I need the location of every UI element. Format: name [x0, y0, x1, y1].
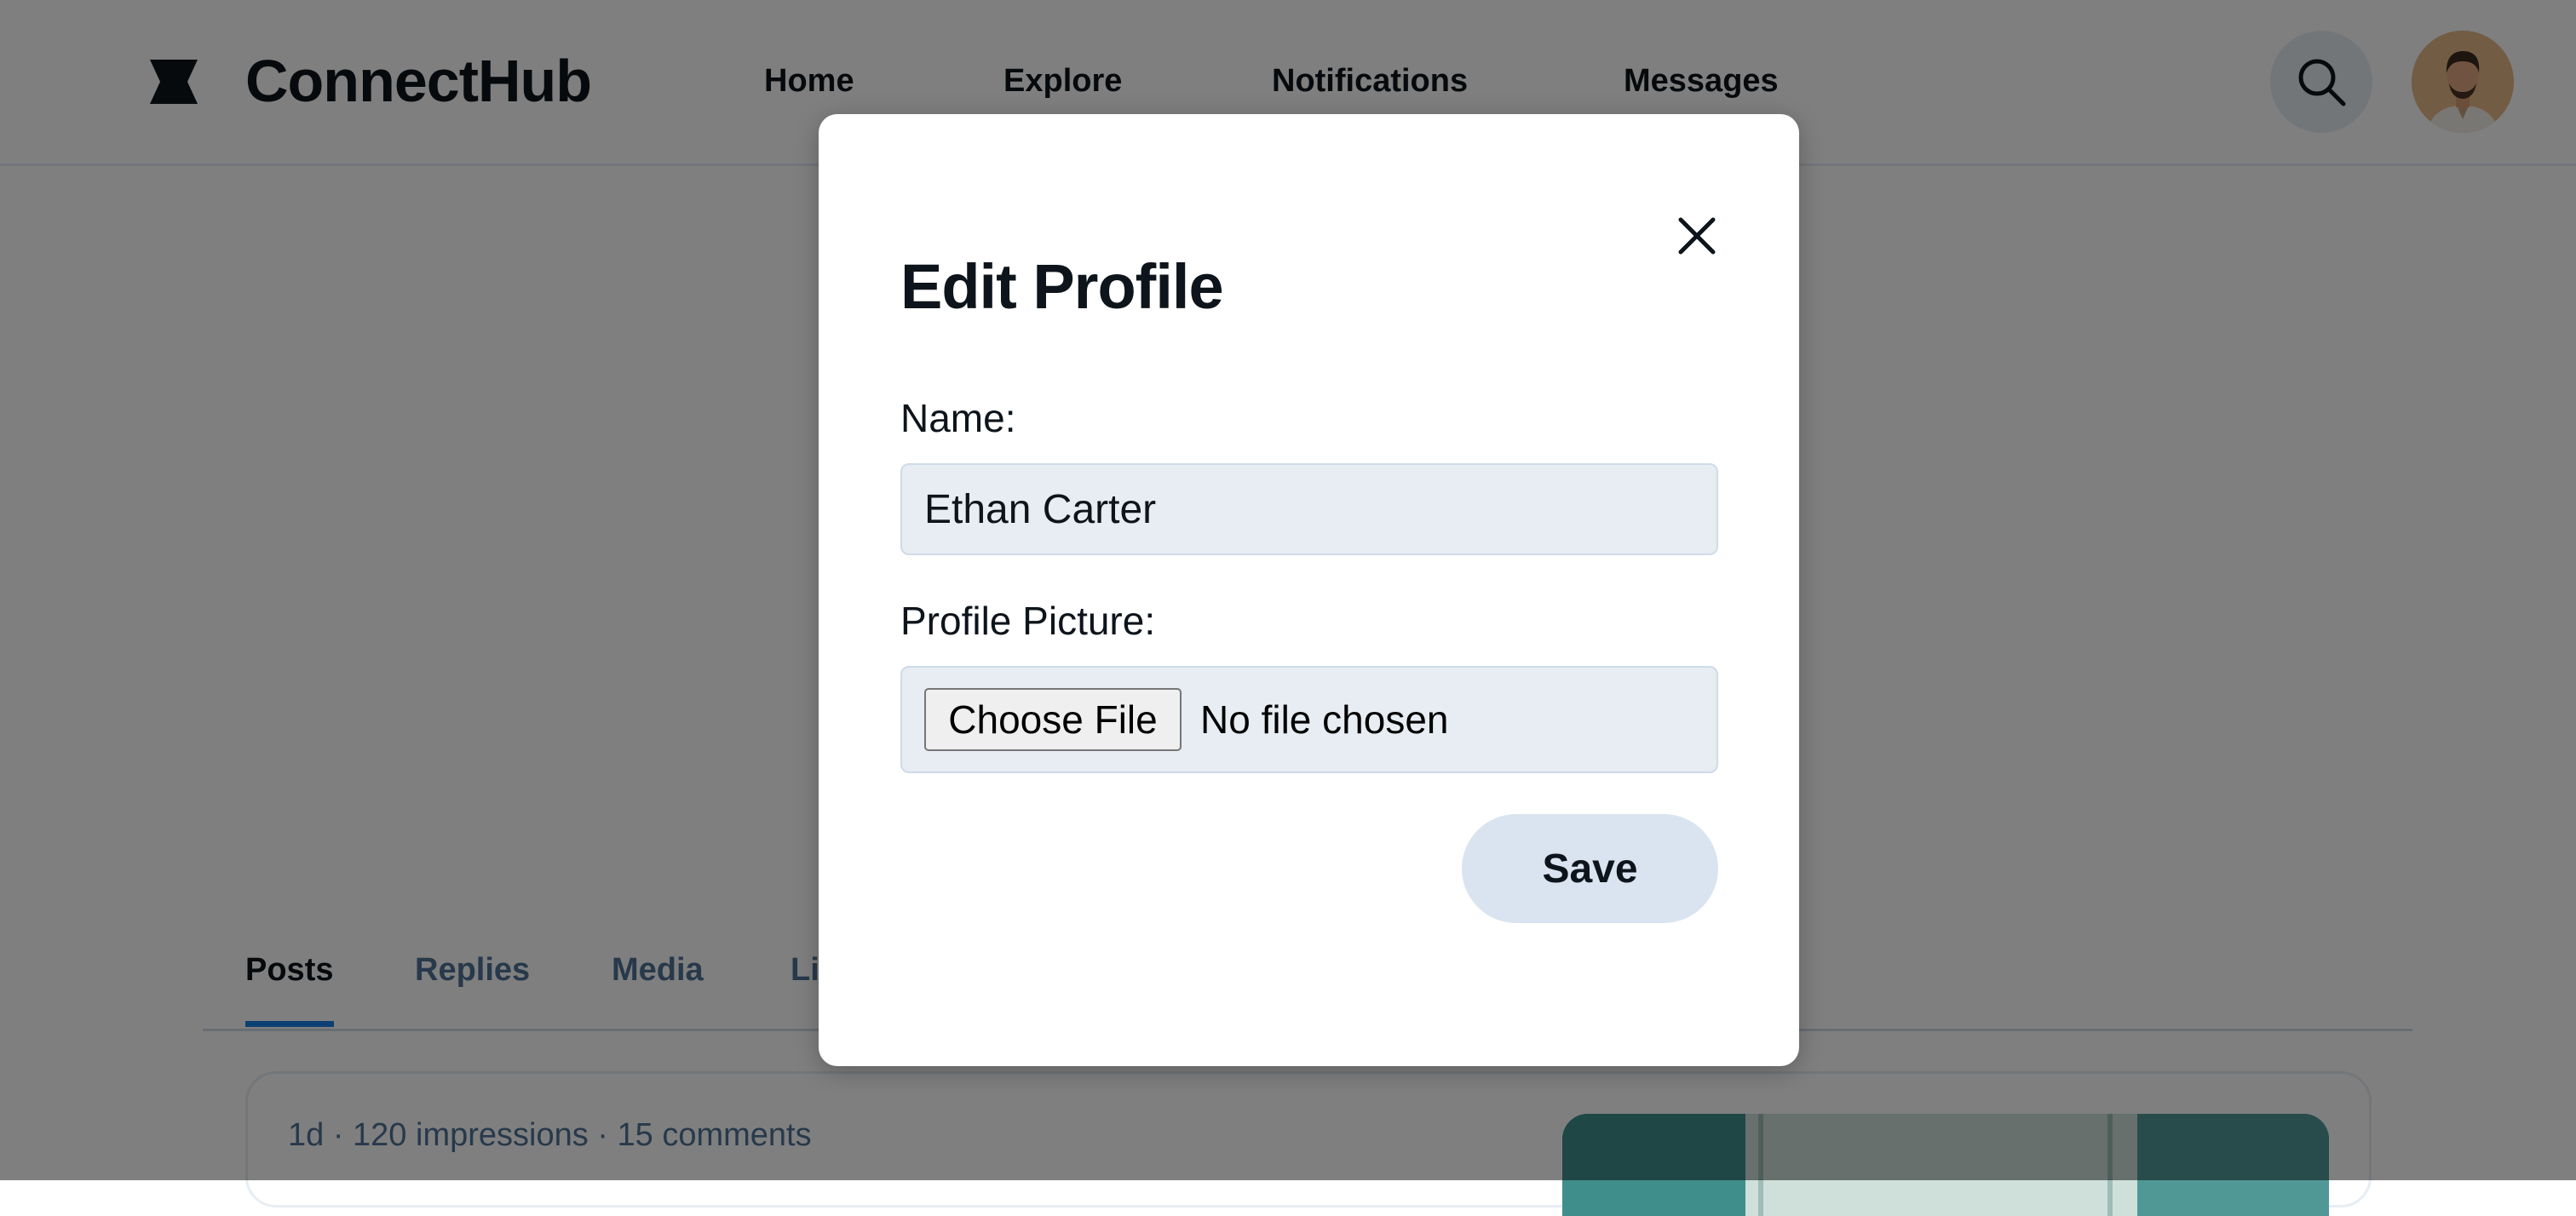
- profile-picture-file-input[interactable]: Choose File No file chosen: [900, 666, 1718, 773]
- save-button[interactable]: Save: [1462, 814, 1718, 923]
- close-button[interactable]: [1665, 204, 1728, 267]
- file-status-text: No file chosen: [1200, 697, 1449, 742]
- name-input[interactable]: [900, 463, 1718, 555]
- modal-title: Edit Profile: [900, 251, 1224, 322]
- choose-file-button[interactable]: Choose File: [924, 688, 1182, 751]
- name-label: Name:: [900, 396, 1016, 440]
- close-icon: [1678, 217, 1716, 255]
- edit-profile-modal: Edit Profile Name: Profile Picture: Choo…: [819, 114, 1799, 1066]
- profile-picture-label: Profile Picture:: [900, 599, 1156, 643]
